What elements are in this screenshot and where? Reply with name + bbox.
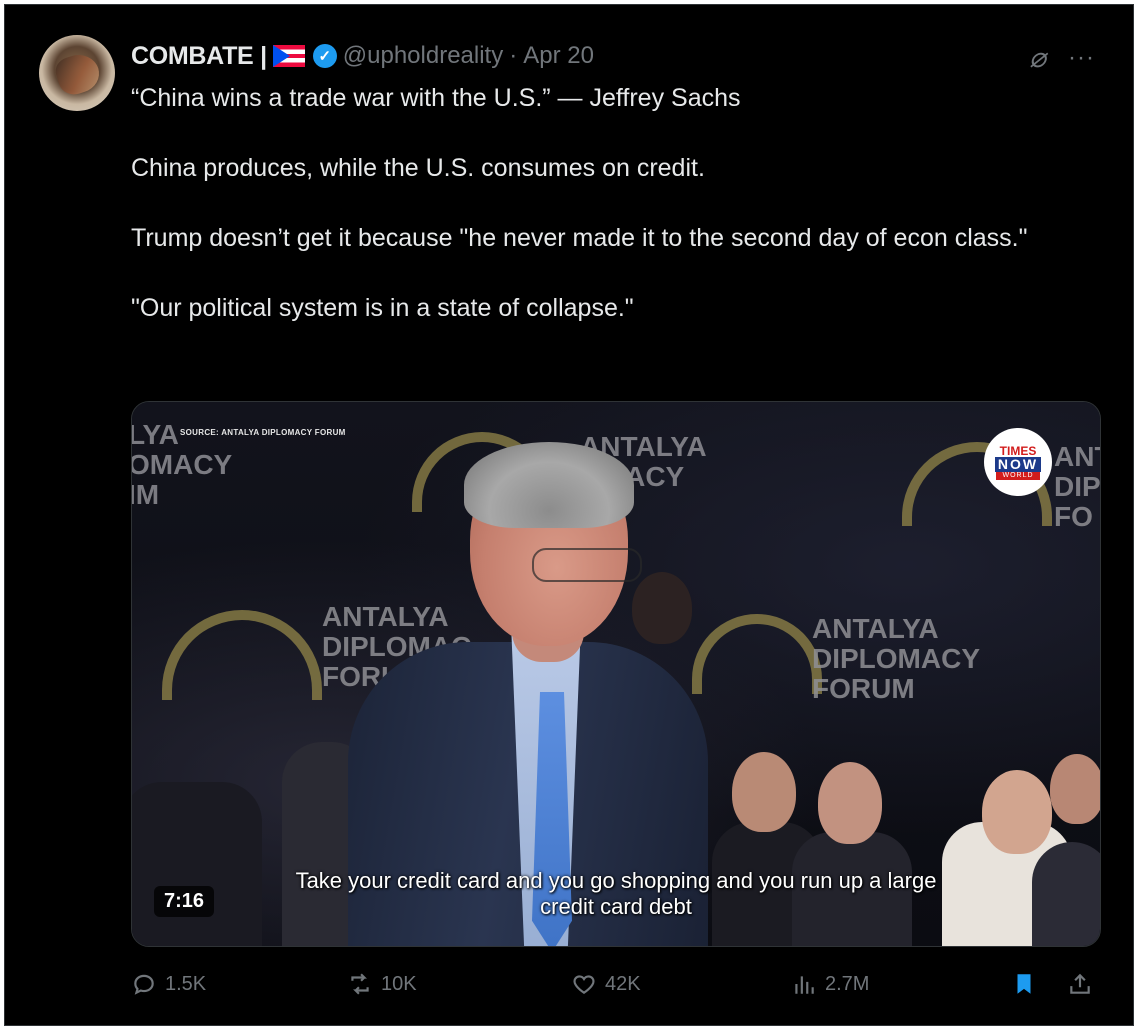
- repost-button[interactable]: 10K: [347, 971, 417, 997]
- share-icon: [1070, 973, 1090, 994]
- tweet-date[interactable]: Apr 20: [523, 42, 594, 70]
- bg-forum-text: ANT DIP FO: [1054, 441, 1101, 532]
- channel-logo-line2: NOW: [994, 456, 1042, 472]
- author-name[interactable]: COMBATE |: [131, 42, 267, 71]
- channel-logo: TIMES NOW WORLD: [984, 428, 1052, 496]
- separator: ·: [509, 42, 518, 69]
- views-icon: [795, 976, 814, 994]
- video-source-label: SOURCE: ANTALYA DIPLOMACY FORUM: [180, 428, 346, 437]
- audience-person: [1050, 754, 1100, 824]
- audience-person: [818, 762, 882, 844]
- repost-icon: [351, 973, 369, 995]
- tweet-paragraph: Trump doesn’t get it because "he never m…: [131, 224, 1028, 252]
- reply-icon: [134, 974, 154, 995]
- bookmark-icon: [1017, 974, 1031, 994]
- tweet-paragraph: China produces, while the U.S. consumes …: [131, 154, 705, 182]
- like-count: 42K: [605, 972, 641, 995]
- background-person: [632, 572, 692, 644]
- bookmark-button[interactable]: [1011, 971, 1037, 997]
- grok-icon[interactable]: ⌀: [1029, 41, 1046, 74]
- audience-person: [132, 782, 262, 946]
- audience-person: [982, 770, 1052, 854]
- reply-count: 1.5K: [165, 972, 207, 995]
- avatar-figure: [52, 49, 104, 99]
- tweet-actions: 1.5K 10K 42K 2.7M: [131, 971, 1099, 1011]
- channel-logo-line3: WORLD: [996, 471, 1040, 480]
- subtitle-line: Take your credit card and you go shoppin…: [295, 868, 937, 893]
- audience-person: [732, 752, 796, 832]
- reply-button[interactable]: 1.5K: [131, 971, 206, 997]
- bg-forum-text: ANTALYA DIPLOMACY FORUM: [812, 613, 980, 704]
- flag-icon: [272, 45, 305, 67]
- avatar[interactable]: [39, 35, 115, 111]
- author-handle[interactable]: @upholdreality: [343, 42, 503, 70]
- views-count: 2.7M: [825, 972, 870, 995]
- speaker-hair: [464, 442, 634, 528]
- tweet-card[interactable]: COMBATE | ✓ @upholdreality · Apr 20 ⌀ ··…: [4, 4, 1134, 1026]
- tweet-top-actions: ⌀ ···: [1029, 41, 1095, 74]
- subtitle-line: credit card debt: [540, 894, 692, 919]
- like-icon: [573, 975, 595, 994]
- more-icon[interactable]: ···: [1068, 44, 1095, 72]
- verified-icon[interactable]: ✓: [312, 44, 337, 68]
- video-duration: 7:16: [154, 886, 215, 917]
- tweet-header: COMBATE | ✓ @upholdreality · Apr 20: [131, 39, 594, 73]
- repost-count: 10K: [381, 972, 417, 995]
- video-player[interactable]: LYA OMACY IM ANTALYA OMACY UM ANTALYA DI…: [131, 401, 1101, 947]
- views-button[interactable]: 2.7M: [791, 971, 869, 997]
- speaker-glasses: [532, 548, 642, 582]
- tweet-paragraph: "Our political system is in a state of c…: [131, 294, 634, 322]
- channel-logo-line1: TIMES: [999, 443, 1037, 458]
- tweet-text: “China wins a trade war with the U.S.” —…: [131, 81, 1091, 326]
- video-subtitle: Take your credit card and you go shoppin…: [132, 868, 1100, 920]
- share-button[interactable]: [1067, 971, 1093, 997]
- tweet-paragraph: “China wins a trade war with the U.S.” —…: [131, 84, 741, 112]
- like-button[interactable]: 42K: [571, 971, 641, 997]
